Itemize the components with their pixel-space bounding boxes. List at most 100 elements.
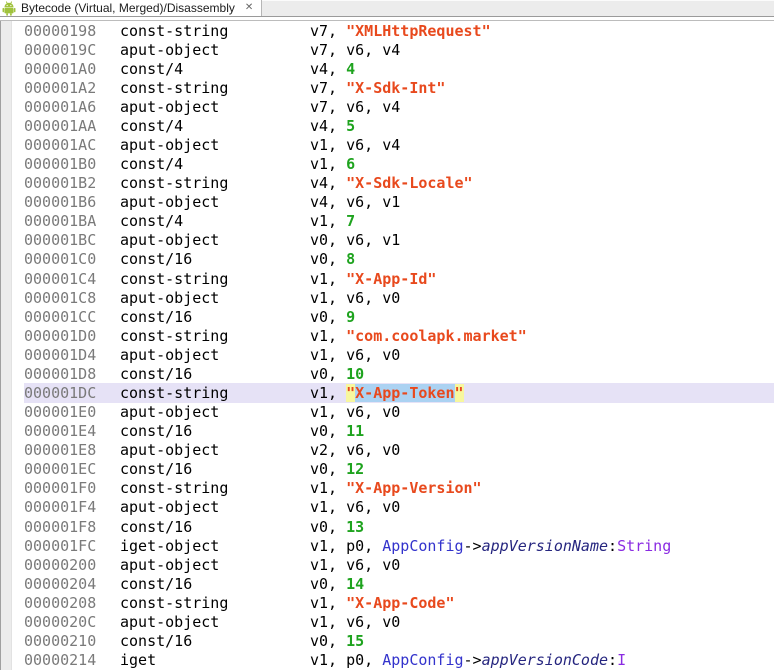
- tab-bytecode-disassembly[interactable]: Bytecode (Virtual, Merged)/Disassembly ✕: [0, 0, 263, 16]
- instruction-address: 0000019C: [24, 40, 97, 59]
- instruction-address: 000001B6: [24, 193, 97, 212]
- instruction-address: 000001DC: [24, 384, 97, 403]
- instruction-operands: v0, 14: [310, 575, 774, 593]
- operand-token: v0,: [310, 307, 347, 326]
- disassembly-line[interactable]: 000001E4 const/16 v0, 11: [24, 422, 774, 441]
- operand-token: v0,: [310, 364, 347, 383]
- operand-token-string: "X-Sdk-Locale": [346, 174, 473, 193]
- disassembly-line-current[interactable]: 000001DC const-string v1, "X-App-Token": [24, 383, 774, 403]
- disassembly-line[interactable]: 000001A6 aput-object v7, v6, v4: [24, 97, 774, 116]
- instruction-address: 000001D0: [24, 326, 97, 345]
- operand-token: v1,: [310, 269, 347, 288]
- instruction-address: 000001C8: [24, 288, 97, 307]
- disassembly-line[interactable]: 000001B2 const-string v4, "X-Sdk-Locale": [24, 174, 774, 193]
- instruction-operands: v4, "X-Sdk-Locale": [310, 174, 774, 192]
- disassembly-line[interactable]: 00000204 const/16 v0, 14: [24, 574, 774, 593]
- operand-token-number: 13: [346, 517, 365, 536]
- disassembly-line[interactable]: 000001F0 const-string v1, "X-App-Version": [24, 479, 774, 498]
- instruction-mnemonic: const/4: [120, 59, 184, 78]
- disassembly-line[interactable]: 000001F4 aput-object v1, v6, v0: [24, 498, 774, 517]
- operand-token: v4,: [310, 174, 347, 193]
- operand-token: v4,: [310, 116, 347, 135]
- disassembly-line[interactable]: 000001D0 const-string v1, "com.coolapk.mar…: [24, 326, 774, 345]
- disassembly-line[interactable]: 000001A2 const-string v7, "X-Sdk-Int": [24, 78, 774, 97]
- instruction-operands: v1, "com.coolapk.market": [310, 327, 774, 345]
- disassembly-line[interactable]: 00000198 const-string v7, "XMLHttpRequest": [24, 21, 774, 40]
- disassembly-code-area[interactable]: 00000198 const-string v7, "XMLHttpRequest"…: [12, 21, 774, 670]
- instruction-mnemonic: aput-object: [120, 498, 220, 517]
- operand-token: v0, v6, v1: [310, 231, 401, 250]
- disassembly-line[interactable]: 000001FC iget-object v1, p0, AppConfig->ap…: [24, 536, 774, 555]
- disassembly-line[interactable]: 000001CC const/16 v0, 9: [24, 307, 774, 326]
- disassembly-line[interactable]: 000001C8 aput-object v1, v6, v0: [24, 288, 774, 307]
- operand-token: v1, v6, v0: [310, 403, 401, 422]
- close-icon[interactable]: ✕: [243, 3, 255, 13]
- disassembly-line[interactable]: 000001BA const/4 v1, 7: [24, 212, 774, 231]
- operand-token-field: appVersionName: [481, 536, 609, 555]
- operand-token-string: "X-App-Code": [346, 593, 455, 612]
- instruction-operands: v0, 10: [310, 365, 774, 383]
- instruction-address: 000001F0: [24, 479, 97, 498]
- instruction-operands: v7, "XMLHttpRequest": [310, 22, 774, 40]
- instruction-operands: v1, v6, v0: [310, 289, 774, 307]
- instruction-address: 000001E8: [24, 441, 97, 460]
- disassembly-line[interactable]: 00000200 aput-object v1, v6, v0: [24, 555, 774, 574]
- instruction-mnemonic: aput-object: [120, 555, 220, 574]
- disassembly-line[interactable]: 00000210 const/16 v0, 15: [24, 632, 774, 651]
- operand-token: v0,: [310, 422, 347, 441]
- disassembly-line[interactable]: 000001F8 const/16 v0, 13: [24, 517, 774, 536]
- instruction-mnemonic: const-string: [120, 326, 229, 345]
- instruction-mnemonic: const/16: [120, 460, 193, 479]
- disassembly-line[interactable]: 000001E8 aput-object v2, v6, v0: [24, 441, 774, 460]
- operand-token-number: 15: [346, 632, 365, 651]
- instruction-operands: v1, p0, AppConfig->appVersionName:String: [310, 537, 774, 555]
- disassembly-line[interactable]: 000001E0 aput-object v1, v6, v0: [24, 403, 774, 422]
- disassembly-line[interactable]: 000001AA const/4 v4, 5: [24, 116, 774, 135]
- instruction-mnemonic: const/16: [120, 364, 193, 383]
- instruction-mnemonic: aput-object: [120, 345, 220, 364]
- instruction-mnemonic: const-string: [120, 21, 229, 40]
- operand-token: v1,: [310, 212, 347, 231]
- instruction-mnemonic: aput-object: [120, 40, 220, 59]
- instruction-operands: v1, v6, v0: [310, 403, 774, 421]
- disassembly-line[interactable]: 0000019C aput-object v7, v6, v4: [24, 40, 774, 59]
- operand-token: v0,: [310, 250, 347, 269]
- disassembly-line[interactable]: 000001B0 const/4 v1, 6: [24, 155, 774, 174]
- instruction-mnemonic: const-string: [120, 479, 229, 498]
- disassembly-line[interactable]: 000001C0 const/16 v0, 8: [24, 250, 774, 269]
- instruction-operands: v4, 5: [310, 117, 774, 135]
- editor-gutter: [1, 21, 12, 670]
- disassembly-line[interactable]: 00000214 iget v1, p0, AppConfig->appVersio…: [24, 651, 774, 670]
- disassembly-line[interactable]: 000001EC const/16 v0, 12: [24, 460, 774, 479]
- instruction-address: 000001BC: [24, 231, 97, 250]
- disassembly-line[interactable]: 000001A0 const/4 v4, 4: [24, 59, 774, 78]
- instruction-address: 000001AA: [24, 116, 97, 135]
- instruction-mnemonic: const-string: [120, 78, 229, 97]
- instruction-address: 000001C0: [24, 250, 97, 269]
- instruction-operands: v1, "X-App-Id": [310, 270, 774, 288]
- operand-token-string: "com.coolapk.market": [346, 326, 527, 345]
- operand-token-type: I: [617, 651, 627, 670]
- instruction-operands: v1, v6, v0: [310, 556, 774, 574]
- disassembly-line[interactable]: 00000208 const-string v1, "X-App-Code": [24, 593, 774, 612]
- disassembly-line[interactable]: 000001D8 const/16 v0, 10: [24, 364, 774, 383]
- operand-token-number: 6: [346, 155, 356, 174]
- disassembly-line[interactable]: 0000020C aput-object v1, v6, v0: [24, 612, 774, 631]
- instruction-operands: v7, v6, v4: [310, 41, 774, 59]
- instruction-mnemonic: const/16: [120, 632, 193, 651]
- operand-token-number: 9: [346, 307, 356, 326]
- disassembly-line[interactable]: 000001D4 aput-object v1, v6, v0: [24, 345, 774, 364]
- instruction-operands: v7, "X-Sdk-Int": [310, 79, 774, 97]
- operand-token: v1, p0,: [310, 536, 383, 555]
- instruction-address: 000001A0: [24, 59, 97, 78]
- instruction-address: 000001A2: [24, 78, 97, 97]
- instruction-operands: v1, "X-App-Token": [310, 384, 774, 403]
- instruction-address: 000001E0: [24, 403, 97, 422]
- disassembly-line[interactable]: 000001BC aput-object v0, v6, v1: [24, 231, 774, 250]
- disassembly-line[interactable]: 000001C4 const-string v1, "X-App-Id": [24, 269, 774, 288]
- disassembly-line[interactable]: 000001AC aput-object v1, v6, v4: [24, 135, 774, 154]
- instruction-address: 000001EC: [24, 460, 97, 479]
- disassembly-line[interactable]: 000001B6 aput-object v4, v6, v1: [24, 193, 774, 212]
- instruction-mnemonic: const-string: [120, 593, 229, 612]
- instruction-address: 00000198: [24, 21, 97, 40]
